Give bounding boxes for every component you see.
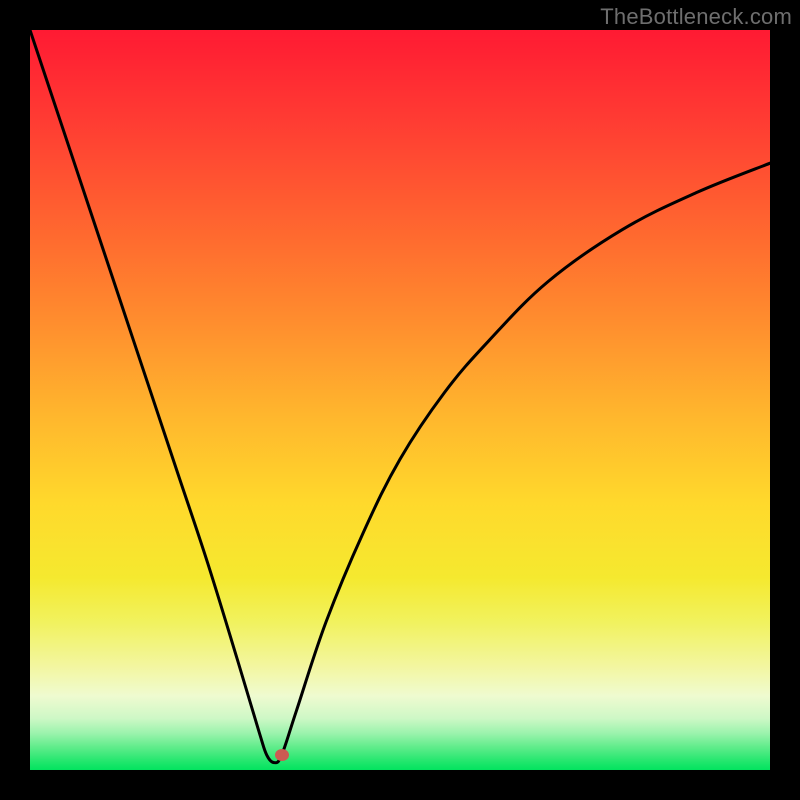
- watermark-text: TheBottleneck.com: [600, 4, 792, 30]
- bottleneck-curve: [30, 30, 770, 770]
- chart-frame: TheBottleneck.com: [0, 0, 800, 800]
- minimum-marker: [275, 749, 289, 761]
- plot-area: [30, 30, 770, 770]
